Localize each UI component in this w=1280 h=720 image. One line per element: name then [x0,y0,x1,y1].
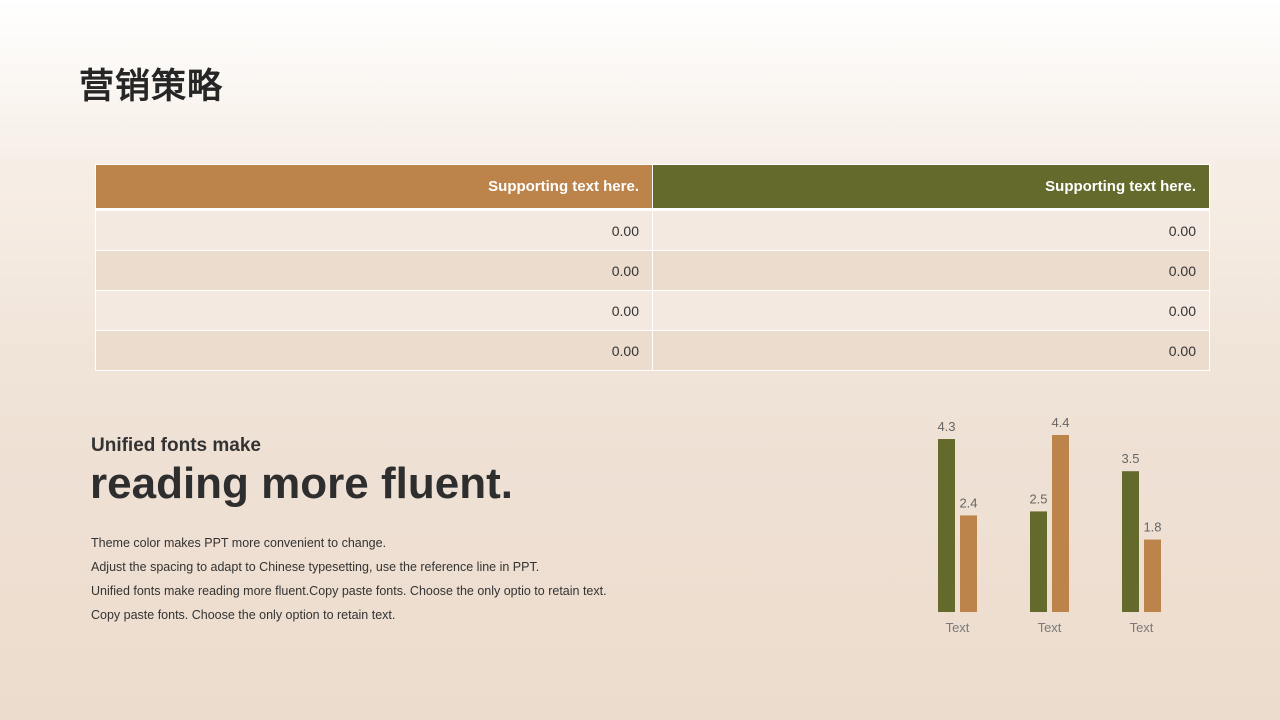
table-cell: 0.00 [95,250,653,291]
category-label: Text [1130,620,1154,635]
data-label: 4.4 [1051,415,1069,430]
data-label: 2.4 [959,495,977,510]
body-line: Adjust the spacing to adapt to Chinese t… [91,560,540,574]
category-label: Text [946,620,970,635]
data-label: 4.3 [937,419,955,434]
category-label: Text [1038,620,1062,635]
bar-2-series-2 [1052,435,1069,612]
table-cell: 0.00 [652,209,1210,251]
text-subheading: Unified fonts make [91,435,261,456]
bar-3-series-2 [1144,539,1161,612]
data-table: Supporting text here. Supporting text he… [95,164,1210,371]
table-header-col-1: Supporting text here. [95,164,653,211]
table-cell: 0.00 [652,250,1210,291]
table-cell: 0.00 [95,290,653,331]
body-line: Unified fonts make reading more fluent.C… [91,584,607,598]
body-line: Copy paste fonts. Choose the only option… [91,608,396,622]
data-label: 2.5 [1029,491,1047,506]
body-line: Theme color makes PPT more convenient to… [91,536,387,550]
table-cell: 0.00 [652,290,1210,331]
table-cell: 0.00 [95,209,653,251]
table-row: 0.00 0.00 [95,250,1210,291]
bar-1-series-2 [960,515,977,612]
table-header-col-2: Supporting text here. [652,164,1210,211]
bar-2-series-1 [1030,511,1047,612]
body-text: Theme color makes PPT more convenient to… [91,531,607,627]
bar-1-series-1 [938,439,955,612]
table-header-row: Supporting text here. Supporting text he… [95,164,1210,211]
data-label: 1.8 [1143,520,1161,535]
table-cell: 0.00 [652,330,1210,371]
table-row: 0.00 0.00 [95,330,1210,371]
data-label: 3.5 [1121,451,1139,466]
bar-3-series-1 [1122,471,1139,612]
page-title: 营销策略 [79,67,224,107]
table-row: 0.00 0.00 [95,209,1210,251]
table-row: 0.00 0.00 [95,290,1210,331]
bar-chart: 4.3 2.4 Text 2.5 4.4 Text 3.5 1.8 Text [937,415,1161,635]
table-cell: 0.00 [95,330,653,371]
text-heading: reading more fluent. [90,459,513,508]
